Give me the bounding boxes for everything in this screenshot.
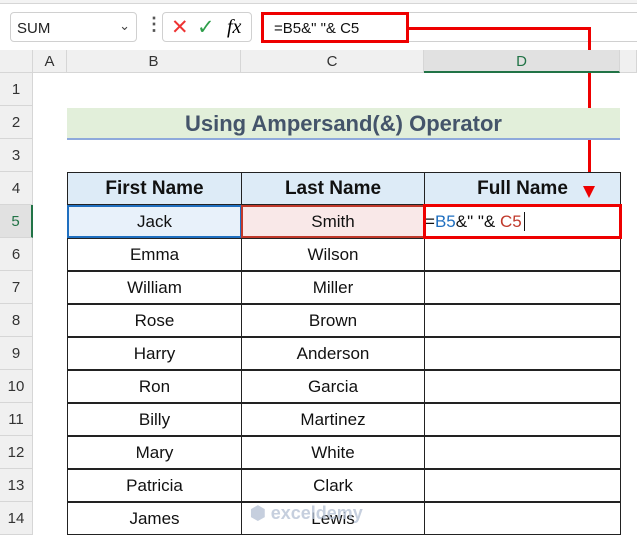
- chevron-down-icon[interactable]: ⌄: [119, 18, 130, 34]
- fx-icon[interactable]: fx: [227, 16, 241, 39]
- full-name-cell[interactable]: [424, 337, 621, 370]
- full-name-cell[interactable]: [424, 403, 621, 436]
- column-header[interactable]: [620, 50, 637, 73]
- concat-op: &" "&: [455, 212, 500, 231]
- name-box-value: SUM: [17, 20, 51, 37]
- row-header[interactable]: 12: [0, 436, 33, 469]
- arrow-line: [409, 27, 591, 30]
- row-header[interactable]: 1: [0, 73, 33, 106]
- select-all[interactable]: [0, 50, 33, 73]
- formula-buttons: ✕ ✓ fx: [162, 12, 252, 42]
- enter-icon[interactable]: ✓: [197, 15, 215, 40]
- ref-c5: C5: [499, 212, 522, 231]
- first-name-cell[interactable]: Rose: [67, 304, 242, 337]
- eq: =: [425, 212, 435, 231]
- first-name-cell[interactable]: Patricia: [67, 469, 242, 502]
- full-name-cell[interactable]: [424, 436, 621, 469]
- row-header[interactable]: 8: [0, 304, 33, 337]
- arrow-head-icon: [583, 186, 595, 198]
- last-name-cell[interactable]: Wilson: [241, 238, 425, 271]
- last-name-cell[interactable]: Brown: [241, 304, 425, 337]
- column-header[interactable]: C: [241, 50, 424, 73]
- full-name-cell[interactable]: [424, 370, 621, 403]
- full-name-cell[interactable]: =B5&" "& C5​: [423, 204, 622, 239]
- first-name-cell[interactable]: Ron: [67, 370, 242, 403]
- text-cursor: ​: [523, 212, 525, 231]
- first-name-cell[interactable]: Harry: [67, 337, 242, 370]
- last-name-cell[interactable]: Miller: [241, 271, 425, 304]
- column-header[interactable]: A: [33, 50, 67, 73]
- first-name-cell[interactable]: William: [67, 271, 242, 304]
- watermark-logo: ⬢ exceldemy: [250, 503, 363, 523]
- last-name-cell[interactable]: Garcia: [241, 370, 425, 403]
- header-cell[interactable]: First Name: [67, 172, 242, 205]
- row-header[interactable]: 4: [0, 172, 33, 205]
- full-name-cell[interactable]: [424, 469, 621, 502]
- column-header[interactable]: D: [424, 50, 620, 73]
- first-name-cell[interactable]: Jack: [67, 205, 242, 238]
- row-header[interactable]: 9: [0, 337, 33, 370]
- row-header[interactable]: 10: [0, 370, 33, 403]
- ref-b5: B5: [434, 212, 456, 231]
- name-box[interactable]: SUM ⌄: [10, 12, 137, 42]
- full-name-cell[interactable]: [424, 238, 621, 271]
- row-header[interactable]: 13: [0, 469, 33, 502]
- sheet-title: Using Ampersand(&) Operator: [67, 108, 620, 140]
- header-cell[interactable]: Last Name: [241, 172, 425, 205]
- full-name-cell[interactable]: [424, 502, 621, 535]
- formula-highlight-box: [261, 12, 409, 43]
- cancel-icon[interactable]: ✕: [171, 15, 189, 40]
- last-name-cell[interactable]: White: [241, 436, 425, 469]
- last-name-cell[interactable]: Martinez: [241, 403, 425, 436]
- last-name-cell[interactable]: Smith: [241, 205, 425, 238]
- ribbon-edge: [0, 0, 637, 4]
- last-name-cell[interactable]: Clark: [241, 469, 425, 502]
- first-name-cell[interactable]: Emma: [67, 238, 242, 271]
- full-name-cell[interactable]: [424, 304, 621, 337]
- more-options-icon[interactable]: ⋮: [145, 14, 163, 35]
- full-name-cell[interactable]: [424, 271, 621, 304]
- row-header[interactable]: 5: [0, 205, 33, 238]
- row-header[interactable]: 6: [0, 238, 33, 271]
- row-header[interactable]: 7: [0, 271, 33, 304]
- first-name-cell[interactable]: James: [67, 502, 242, 535]
- row-header[interactable]: 11: [0, 403, 33, 436]
- row-header[interactable]: 3: [0, 139, 33, 172]
- row-header[interactable]: 2: [0, 106, 33, 139]
- first-name-cell[interactable]: Billy: [67, 403, 242, 436]
- last-name-cell[interactable]: Anderson: [241, 337, 425, 370]
- first-name-cell[interactable]: Mary: [67, 436, 242, 469]
- row-header[interactable]: 14: [0, 502, 33, 535]
- column-header[interactable]: B: [67, 50, 241, 73]
